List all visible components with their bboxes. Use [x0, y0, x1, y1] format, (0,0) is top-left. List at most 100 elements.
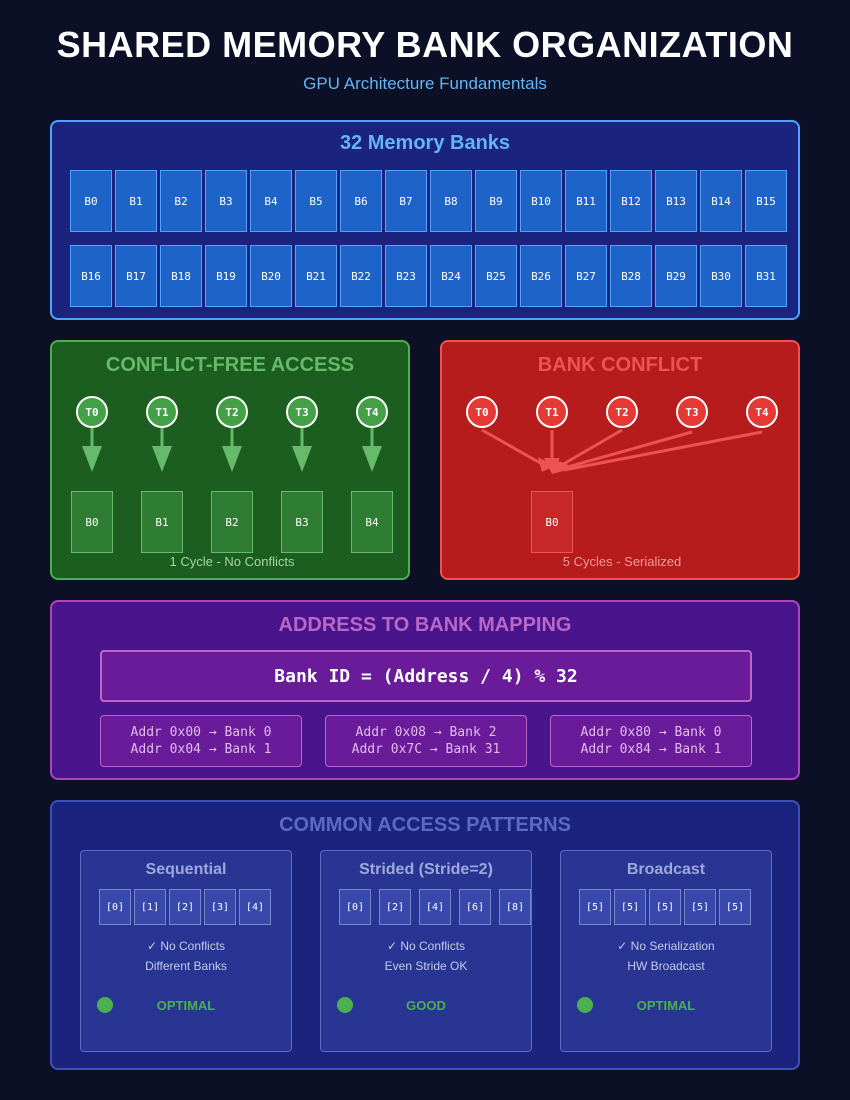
memory-bank-b2: B2	[160, 170, 202, 232]
conflict-free-caption: 1 Cycle - No Conflicts	[169, 554, 295, 569]
memory-bank-b22: B22	[340, 245, 382, 307]
conflict-arrows	[481, 428, 763, 474]
pattern-note: HW Broadcast	[627, 959, 705, 973]
memory-bank-b19: B19	[205, 245, 247, 307]
green-bank-b3: B3	[281, 491, 323, 553]
status-label: GOOD	[406, 998, 446, 1013]
mapping-line: Addr 0x08 → Bank 2	[355, 725, 497, 740]
pattern-cell: [0]	[339, 889, 371, 925]
memory-banks-panel: 32 Memory Banks B0 B1 B2 B3 B4 B5 B6 B7 B8 B9 B10 B…	[50, 120, 800, 320]
memory-bank-b7: B7	[385, 170, 427, 232]
green-bank-b4: B4	[351, 491, 393, 553]
pattern-title: Broadcast	[626, 861, 706, 878]
mapping-example-1: Addr 0x00 → Bank 0 Addr 0x04 → Bank 1	[100, 715, 302, 767]
pattern-cell: [3]	[204, 889, 236, 925]
status-label: OPTIMAL	[156, 998, 216, 1013]
bank-conflict-panel: BANK CONFLICT T0 T1 T2 T3 T4 B0 5 Cycles…	[440, 340, 800, 580]
page-title: SHARED MEMORY BANK ORGANIZATION	[56, 24, 794, 65]
memory-bank-b25: B25	[475, 245, 517, 307]
pattern-cell: [4]	[419, 889, 451, 925]
thread-t0: T0	[76, 396, 108, 428]
page-subtitle: GPU Architecture Fundamentals	[303, 74, 547, 93]
pattern-cell: [5]	[579, 889, 611, 925]
conflict-free-panel: CONFLICT-FREE ACCESS T0 T1 T2 T3 T4 B0 B…	[50, 340, 410, 580]
pattern-cell: [2]	[169, 889, 201, 925]
pattern-note: ✓ No Conflicts	[146, 939, 226, 953]
memory-bank-b13: B13	[655, 170, 697, 232]
green-bank-b1: B1	[141, 491, 183, 553]
memory-bank-b16: B16	[70, 245, 112, 307]
memory-bank-b5: B5	[295, 170, 337, 232]
pattern-cell: [5]	[719, 889, 751, 925]
memory-bank-b3: B3	[205, 170, 247, 232]
pattern-cell: [0]	[99, 889, 131, 925]
thread-t1: T1	[146, 396, 178, 428]
pattern-note: Even Stride OK	[384, 959, 468, 973]
mapping-example-3: Addr 0x80 → Bank 0 Addr 0x84 → Bank 1	[550, 715, 752, 767]
memory-bank-b20: B20	[250, 245, 292, 307]
memory-bank-b0: B0	[70, 170, 112, 232]
memory-bank-b29: B29	[655, 245, 697, 307]
status-label: OPTIMAL	[636, 998, 696, 1013]
pattern-cell: [1]	[134, 889, 166, 925]
thread-t3: T3	[286, 396, 318, 428]
green-bank-b0: B0	[71, 491, 113, 553]
address-mapping-title: ADDRESS TO BANK MAPPING	[278, 614, 572, 636]
memory-bank-b1: B1	[115, 170, 157, 232]
pattern-cell: [5]	[614, 889, 646, 925]
arrow-t3	[292, 446, 312, 472]
mapping-line: Addr 0x80 → Bank 0	[580, 725, 722, 740]
pattern-note: Different Banks	[145, 959, 227, 973]
pattern-cell: [4]	[239, 889, 271, 925]
memory-bank-b17: B17	[115, 245, 157, 307]
memory-bank-b21: B21	[295, 245, 337, 307]
pattern-sequential: Sequential [0] [1] [2] [3] [4] ✓ No Conf…	[80, 850, 292, 1052]
memory-bank-b6: B6	[340, 170, 382, 232]
pattern-broadcast: Broadcast [5] [5] [5] [5] [5] ✓ No Seria…	[560, 850, 772, 1052]
red-bank-b0: B0	[531, 491, 573, 553]
pattern-title: Strided (Stride=2)	[359, 861, 493, 878]
access-patterns-title: COMMON ACCESS PATTERNS	[279, 814, 571, 836]
memory-bank-b30: B30	[700, 245, 742, 307]
bank-id-formula: Bank ID = (Address / 4) % 32	[100, 650, 752, 702]
memory-bank-b8: B8	[430, 170, 472, 232]
memory-bank-b18: B18	[160, 245, 202, 307]
pattern-cell: [5]	[684, 889, 716, 925]
arrow-t4	[362, 446, 382, 472]
status-dot	[337, 997, 353, 1013]
address-mapping-panel: ADDRESS TO BANK MAPPING Bank ID = (Addre…	[50, 600, 800, 780]
arrow-t4	[563, 430, 763, 472]
green-bank-b2: B2	[211, 491, 253, 553]
thread-t3: T3	[676, 396, 708, 428]
pattern-cell: [6]	[459, 889, 491, 925]
arrow-t1	[152, 446, 172, 472]
memory-bank-b9: B9	[475, 170, 517, 232]
pattern-title: Sequential	[145, 861, 227, 878]
memory-bank-b26: B26	[520, 245, 562, 307]
arrow-t0	[82, 446, 102, 472]
thread-t0: T0	[466, 396, 498, 428]
arrow-t0	[481, 428, 543, 466]
memory-bank-b12: B12	[610, 170, 652, 232]
pattern-strided: Strided (Stride=2) [0] [2] [4] [6] [8] ✓…	[320, 850, 532, 1052]
memory-bank-b11: B11	[565, 170, 607, 232]
memory-bank-b27: B27	[565, 245, 607, 307]
access-patterns-panel: COMMON ACCESS PATTERNS Sequential [0] [1…	[50, 800, 800, 1070]
arrow-t2	[222, 446, 242, 472]
memory-bank-b14: B14	[700, 170, 742, 232]
memory-bank-b10: B10	[520, 170, 562, 232]
thread-t4: T4	[356, 396, 388, 428]
memory-bank-b24: B24	[430, 245, 472, 307]
memory-bank-b31: B31	[745, 245, 787, 307]
mapping-example-2: Addr 0x08 → Bank 2 Addr 0x7C → Bank 31	[325, 715, 527, 767]
memory-bank-b23: B23	[385, 245, 427, 307]
pattern-cell: [8]	[499, 889, 531, 925]
pattern-note: ✓ No Serialization	[617, 939, 715, 953]
status-dot	[97, 997, 113, 1013]
pattern-cell: [5]	[649, 889, 681, 925]
pattern-cell: [2]	[379, 889, 411, 925]
mapping-line: Addr 0x7C → Bank 31	[351, 742, 501, 757]
status-dot	[577, 997, 593, 1013]
pattern-note: ✓ No Conflicts	[386, 939, 466, 953]
bank-conflict-caption: 5 Cycles - Serialized	[562, 554, 682, 569]
